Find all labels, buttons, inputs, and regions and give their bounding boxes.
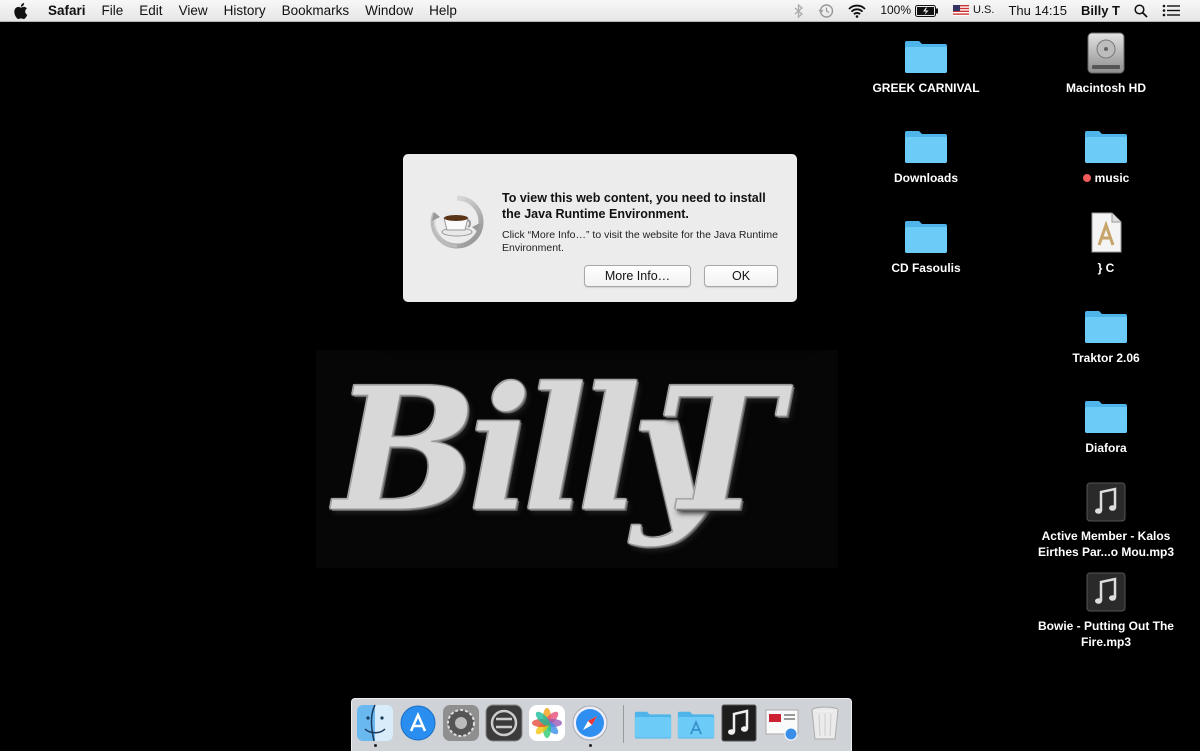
document-icon xyxy=(1082,210,1130,254)
folder-icon xyxy=(902,120,950,164)
dialog-title: To view this web content, you need to in… xyxy=(502,191,766,221)
app-store-icon[interactable] xyxy=(399,704,437,742)
input-source-label[interactable]: U.S. xyxy=(973,0,994,21)
system-preferences-icon[interactable] xyxy=(442,704,480,742)
menu-bookmarks[interactable]: Bookmarks xyxy=(274,0,358,21)
menu-view[interactable]: View xyxy=(171,0,216,21)
menu-bar: Safari File Edit View History Bookmarks … xyxy=(0,0,1200,22)
time-machine-icon[interactable] xyxy=(818,3,834,19)
safari-icon[interactable] xyxy=(571,704,609,742)
desktop-item-label-row: music xyxy=(1082,170,1130,186)
bluetooth-icon[interactable] xyxy=(794,3,804,18)
notification-center-icon[interactable] xyxy=(1162,4,1180,17)
user-name[interactable]: Billy T xyxy=(1081,0,1120,21)
preview-icon[interactable] xyxy=(763,704,801,742)
dialog-message: Click “More Info…” to visit the website … xyxy=(502,229,779,254)
desktop-item-c[interactable]: } C xyxy=(1023,210,1189,276)
java-coffee-icon xyxy=(427,194,487,250)
folder-icon[interactable] xyxy=(634,704,672,742)
photos-icon[interactable] xyxy=(528,704,566,742)
wallpaper-text-t: T xyxy=(656,350,784,551)
running-indicator xyxy=(589,744,592,747)
menu-file[interactable]: File xyxy=(94,0,132,21)
dock-separator xyxy=(623,705,624,743)
desktop-item-label: Active Member - Kalos Eirthes Par...o Mo… xyxy=(1037,529,1175,559)
desktop-item-label: Diafora xyxy=(1085,441,1127,455)
folder-icon xyxy=(902,210,950,254)
menu-window[interactable]: Window xyxy=(357,0,421,21)
running-indicator xyxy=(374,744,377,747)
desktop-item-label: CD Fasoulis xyxy=(891,261,961,275)
trash-icon[interactable] xyxy=(806,704,844,742)
java-required-dialog: To view this web content, you need to in… xyxy=(403,154,797,302)
dock xyxy=(351,698,852,751)
boot-camp-icon[interactable] xyxy=(485,704,523,742)
desktop-item-traktor[interactable]: Traktor 2.06 xyxy=(1023,300,1189,366)
desktop-item-label: } C xyxy=(1097,261,1115,275)
ok-button[interactable]: OK xyxy=(704,265,778,287)
desktop-item-label: Traktor 2.06 xyxy=(1072,351,1140,365)
hard-drive-icon xyxy=(1082,30,1130,74)
folder-icon xyxy=(1082,120,1130,164)
wifi-icon[interactable] xyxy=(848,4,866,18)
more-info-button[interactable]: More Info… xyxy=(584,265,691,287)
menu-app-safari[interactable]: Safari xyxy=(40,0,94,21)
spotlight-icon[interactable] xyxy=(1134,3,1148,18)
flag-icon[interactable] xyxy=(953,5,970,16)
desktop-item-bowie-mp3[interactable]: Bowie - Putting Out The Fire.mp3 xyxy=(1023,568,1189,650)
wallpaper-billy-t-art: Billy T xyxy=(316,350,838,568)
dialog-title-bar[interactable] xyxy=(403,154,797,176)
menu-help[interactable]: Help xyxy=(421,0,465,21)
music-file-icon xyxy=(1082,478,1130,522)
desktop-item-cd-fasoulis[interactable]: CD Fasoulis xyxy=(843,210,1009,276)
folder-icon xyxy=(902,30,950,74)
folder-icon xyxy=(1082,390,1130,434)
menu-history[interactable]: History xyxy=(216,0,274,21)
desktop-item-label: Downloads xyxy=(893,171,958,185)
desktop-item-diafora[interactable]: Diafora xyxy=(1023,390,1189,456)
desktop-item-music[interactable]: music xyxy=(1023,120,1189,186)
desktop-item-greek-carnival[interactable]: GREEK CARNIVAL xyxy=(843,30,1009,96)
battery-percent[interactable]: 100% xyxy=(880,0,911,21)
desktop-item-active-member-mp3[interactable]: Active Member - Kalos Eirthes Par...o Mo… xyxy=(1023,478,1189,560)
menu-edit[interactable]: Edit xyxy=(131,0,170,21)
finder-icon[interactable] xyxy=(356,704,394,742)
apple-icon[interactable] xyxy=(14,2,34,19)
desktop-item-label: Bowie - Putting Out The Fire.mp3 xyxy=(1038,619,1174,649)
battery-icon[interactable] xyxy=(915,4,939,17)
music-file-icon[interactable] xyxy=(720,704,758,742)
folder-icon xyxy=(1082,300,1130,344)
red-tag-icon xyxy=(1082,174,1091,182)
desktop-item-macintosh-hd[interactable]: Macintosh HD xyxy=(1023,30,1189,96)
desktop-item-label: Macintosh HD xyxy=(1065,81,1146,95)
applications-folder-icon[interactable] xyxy=(677,704,715,742)
music-file-icon xyxy=(1082,568,1130,612)
desktop-item-label: music xyxy=(1094,171,1130,185)
clock[interactable]: Thu 14:15 xyxy=(1008,0,1067,21)
desktop-item-label: GREEK CARNIVAL xyxy=(872,81,980,95)
desktop-item-downloads[interactable]: Downloads xyxy=(843,120,1009,186)
